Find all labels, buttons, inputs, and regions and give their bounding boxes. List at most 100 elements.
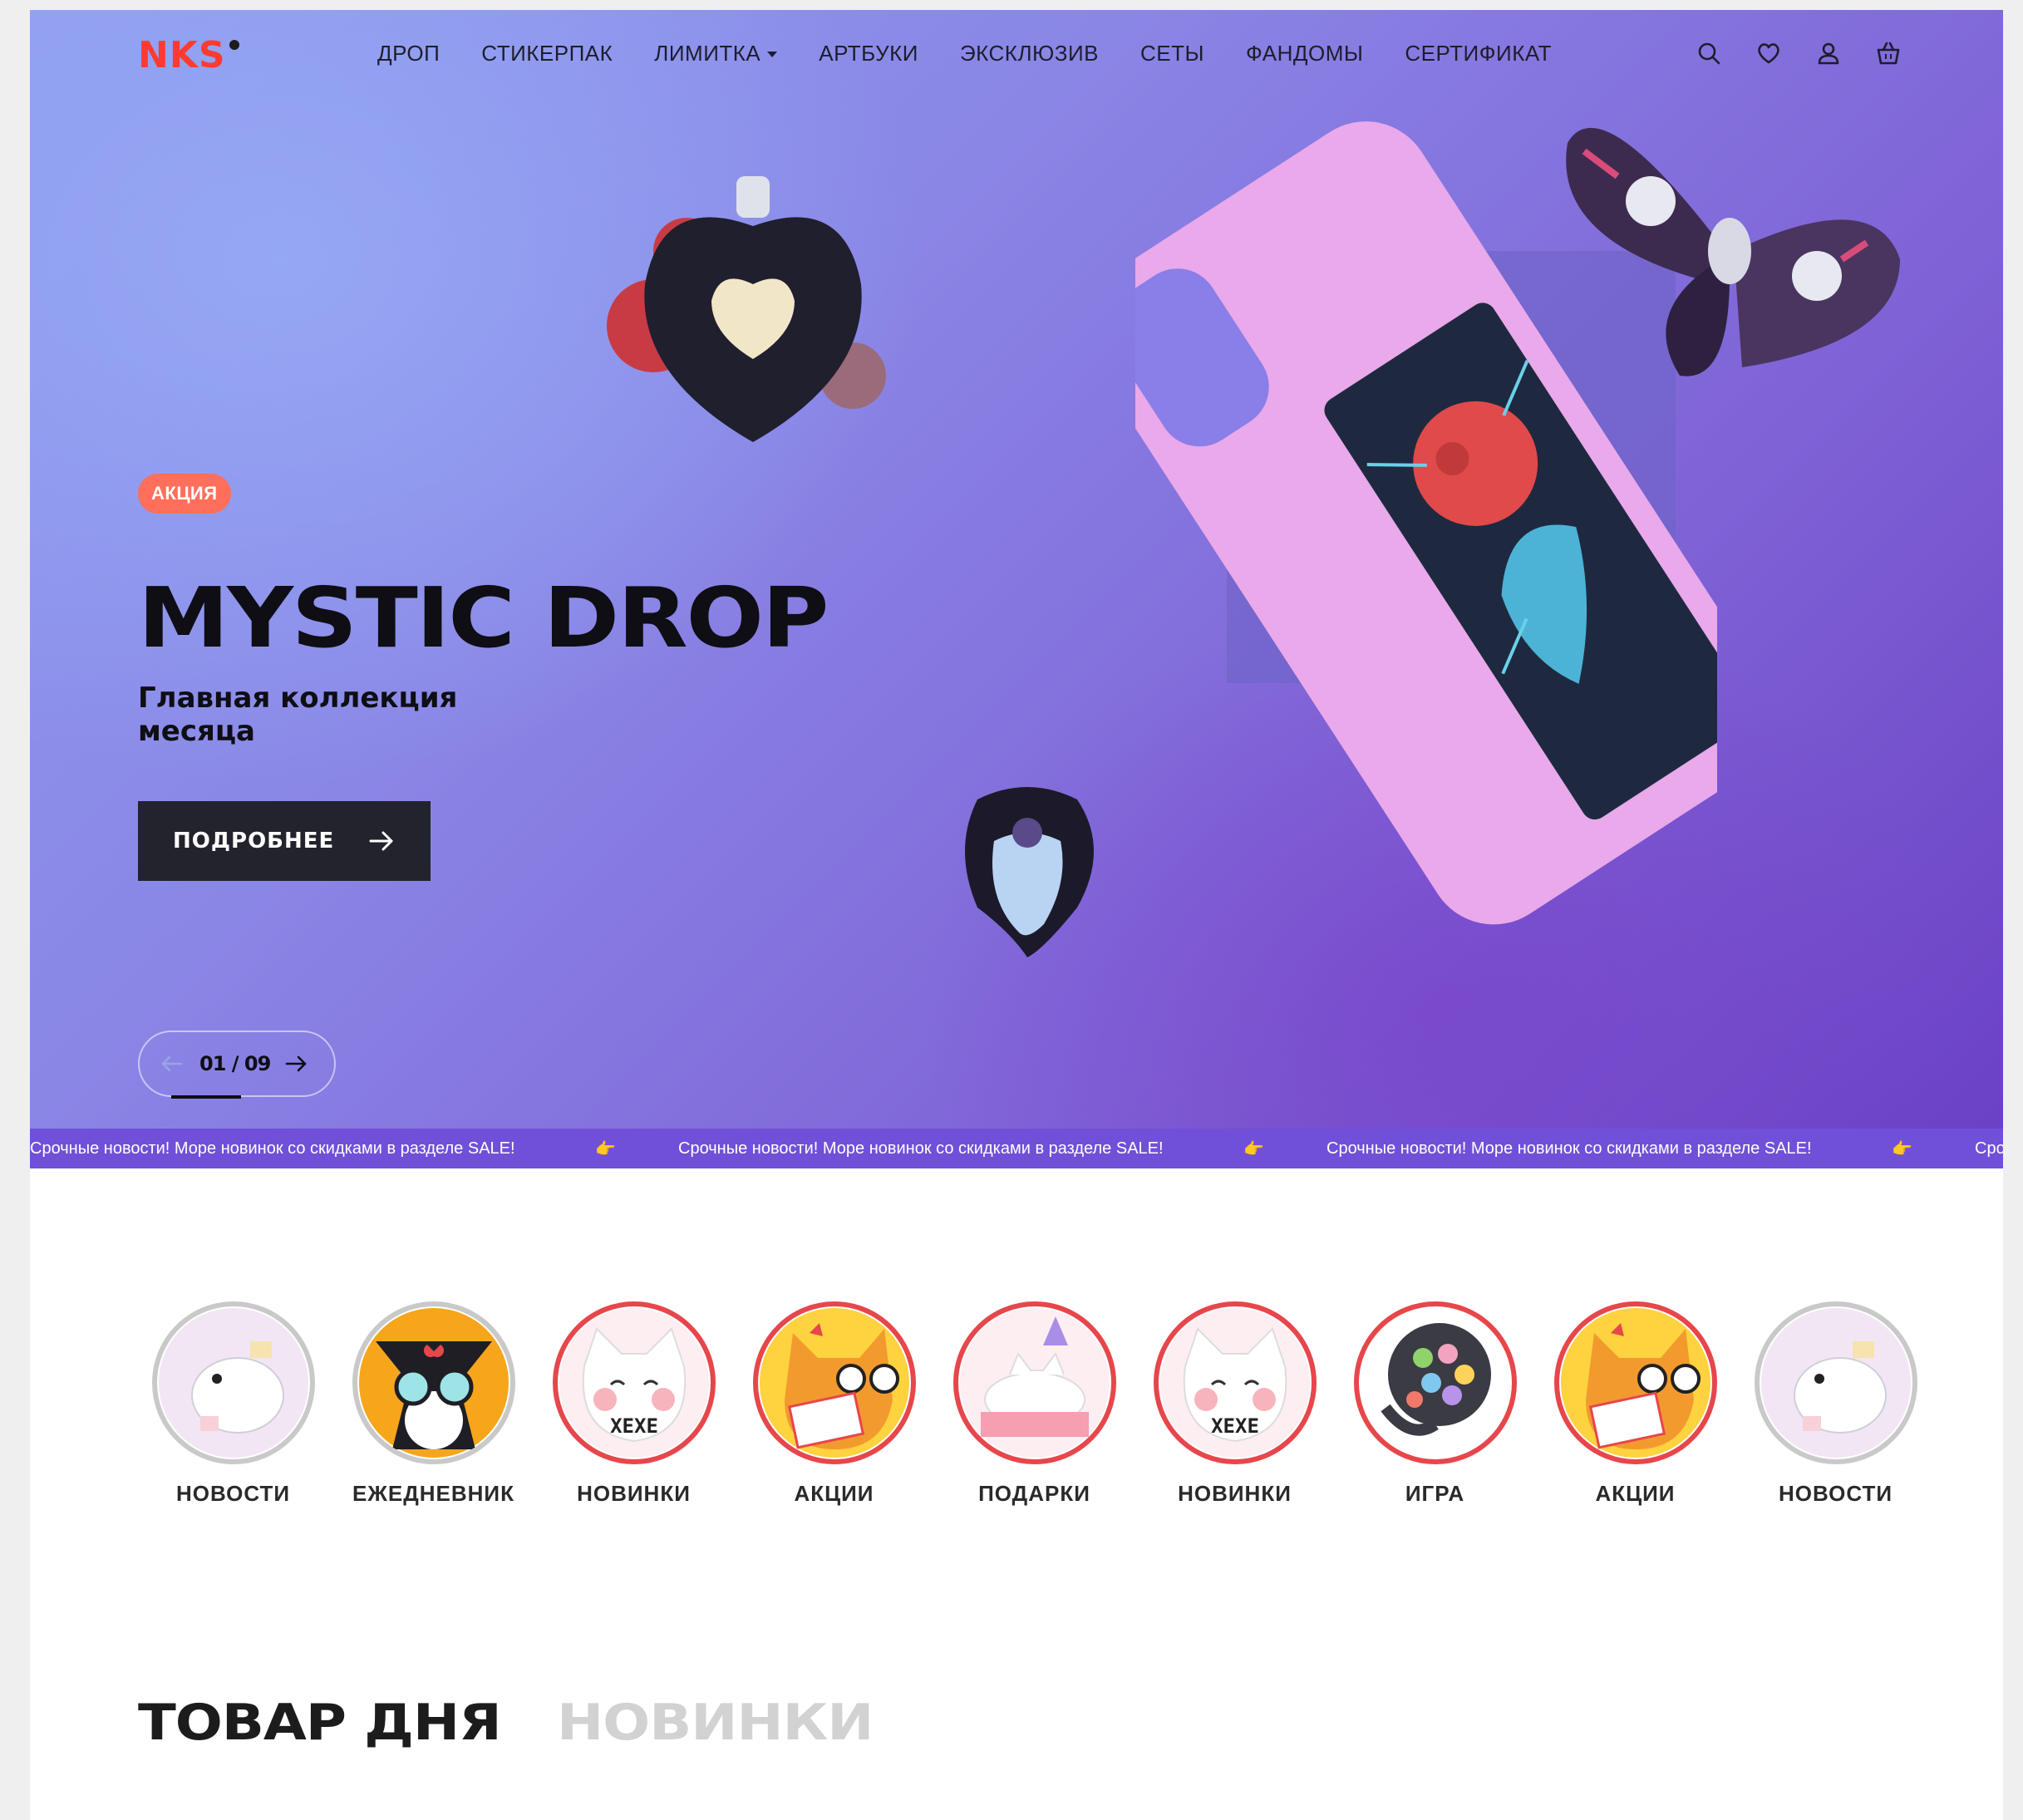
cat-sticker-icon (759, 1308, 909, 1458)
story-thumbnail (752, 1301, 916, 1464)
menu-item-stickerpack[interactable]: СТИКЕРПАК (481, 41, 613, 66)
arrow-right-icon[interactable] (283, 1051, 308, 1076)
story-gifts[interactable]: ПОДАРКИ (934, 1301, 1135, 1507)
header-actions (1694, 38, 1903, 68)
tab-product-of-day[interactable]: ТОВАР ДНЯ (138, 1694, 502, 1752)
ticker-item: Срочные новости! Море новинок со скидкам… (678, 1139, 1327, 1159)
promo-badge: АКЦИЯ (138, 474, 231, 514)
story-label: ЕЖЕДНЕВНИК (352, 1481, 514, 1506)
menu-item-label: ДРОП (377, 40, 441, 66)
potion-sticker-image (607, 176, 886, 442)
cta-label: ПОДРОБНЕЕ (173, 829, 335, 853)
slider-progress-bar (171, 1095, 241, 1099)
ticker-item: Срочны (1975, 1139, 2003, 1158)
menu-item-exclusive[interactable]: ЭКСКЛЮЗИВ (960, 41, 1099, 66)
user-icon (1818, 42, 1839, 65)
story-thumbnail: XEXE (552, 1301, 716, 1464)
logo-dot (229, 40, 239, 50)
menu-item-fandoms[interactable]: ФАНДОМЫ (1246, 41, 1363, 66)
story-label: НОВИНКИ (1178, 1481, 1292, 1506)
menu-item-label: ЭКСКЛЮЗИВ (959, 40, 1100, 66)
arrow-right-icon (369, 831, 393, 851)
pointing-hand-icon: 👉 (1243, 1139, 1264, 1158)
menu-item-label: СТИКЕРПАК (481, 40, 613, 66)
menu-item-limitka[interactable]: ЛИМИТКА (654, 40, 778, 66)
search-button[interactable] (1694, 38, 1724, 68)
story-thumbnail (151, 1301, 315, 1464)
top-navigation: NKS ДРОП СТИКЕРПАК ЛИМИТКА АРТБУКИ ЭКСКЛ… (30, 10, 2003, 96)
account-button[interactable] (1814, 38, 1843, 68)
story-new-items[interactable]: XEXE НОВИНКИ (534, 1301, 734, 1507)
story-label: НОВИНКИ (577, 1481, 691, 1506)
story-label: ПОДАРКИ (978, 1481, 1090, 1506)
menu-item-label: СЕТЫ (1140, 40, 1205, 66)
menu-item-certificate[interactable]: СЕРТИФИКАТ (1405, 41, 1552, 66)
story-new-items[interactable]: XEXE НОВИНКИ (1135, 1301, 1335, 1507)
menu-item-drop[interactable]: ДРОП (377, 41, 440, 66)
eye-sticker-image (965, 787, 1094, 957)
pointing-hand-icon: 👉 (1892, 1139, 1912, 1158)
story-thumbnail (952, 1301, 1116, 1464)
cart-button[interactable] (1873, 38, 1903, 68)
ticker-item: Срочные новости! Море новинок со скидкам… (1327, 1139, 1975, 1159)
search-icon (1698, 42, 1720, 65)
story-news[interactable]: НОВОСТИ (133, 1301, 333, 1507)
butterfly-sticker-image (1566, 127, 1900, 376)
menu-item-label: СЕРТИФИКАТ (1405, 40, 1553, 66)
candy-bowl-icon (1360, 1308, 1510, 1458)
story-game[interactable]: ИГРА (1335, 1301, 1535, 1507)
cat-sticker-icon: XEXE (559, 1308, 709, 1458)
story-planner[interactable]: ЕЖЕДНЕВНИК (333, 1301, 534, 1507)
ticker-text: Срочные новости! Море новинок со скидкам… (30, 1139, 515, 1158)
category-stories: НОВОСТИ ЕЖЕДНЕВНИК XEXE НОВИНКИ АКЦИИ ПО… (133, 1301, 1936, 1507)
arrow-left-icon[interactable] (160, 1051, 185, 1076)
cat-sticker-icon (1760, 1308, 1911, 1458)
cat-sticker-icon (1560, 1308, 1710, 1458)
menu-item-label: АРТБУКИ (819, 40, 918, 66)
story-label: НОВОСТИ (1778, 1481, 1893, 1506)
cart-icon (1877, 42, 1900, 65)
menu-item-sets[interactable]: СЕТЫ (1140, 41, 1204, 66)
sticker-text: XEXE (610, 1414, 658, 1438)
cat-sticker-icon (158, 1308, 308, 1458)
story-thumbnail (1553, 1301, 1717, 1464)
story-label: АКЦИИ (794, 1481, 874, 1506)
slide-counter: 01 / 09 (199, 1052, 271, 1075)
ticker-text: Срочны (1975, 1139, 2003, 1158)
cat-sticker-icon: XEXE (1159, 1308, 1310, 1458)
hero-subtitle: Главная коллекция месяца (138, 681, 458, 748)
ticker-text: Срочные новости! Море новинок со скидкам… (678, 1139, 1164, 1158)
story-thumbnail: XEXE (1153, 1301, 1317, 1464)
story-thumbnail (352, 1301, 515, 1464)
ticker-item: Срочные новости! Море новинок со скидкам… (30, 1139, 678, 1159)
story-promotions[interactable]: АКЦИИ (1535, 1301, 1735, 1507)
logo-text: NKS (138, 34, 226, 76)
story-news[interactable]: НОВОСТИ (1735, 1301, 1936, 1507)
section-tabs: ТОВАР ДНЯ НОВИНКИ (138, 1694, 874, 1752)
page: NKS ДРОП СТИКЕРПАК ЛИМИТКА АРТБУКИ ЭКСКЛ… (30, 10, 2003, 1820)
menu-item-label: ФАНДОМЫ (1246, 40, 1364, 66)
story-promotions[interactable]: АКЦИИ (734, 1301, 934, 1507)
pointing-hand-icon: 👉 (595, 1139, 616, 1158)
story-thumbnail (1353, 1301, 1517, 1464)
menu-item-label: ЛИМИТКА (654, 40, 761, 66)
menu-item-artbooks[interactable]: АРТБУКИ (819, 41, 918, 66)
slider-control: 01 / 09 (138, 1031, 336, 1097)
news-ticker[interactable]: Срочные новости! Море новинок со скидкам… (30, 1129, 2003, 1168)
main-menu: ДРОП СТИКЕРПАК ЛИМИТКА АРТБУКИ ЭКСКЛЮЗИВ… (377, 10, 1593, 96)
cat-gift-sticker-icon (959, 1308, 1110, 1458)
story-label: ИГРА (1405, 1481, 1465, 1506)
more-details-button[interactable]: ПОДРОБНЕЕ (138, 801, 431, 881)
ticker-text: Срочные новости! Море новинок со скидкам… (1327, 1139, 1812, 1158)
story-label: НОВОСТИ (175, 1481, 291, 1506)
caret-down-icon (767, 51, 778, 57)
story-thumbnail (1754, 1301, 1917, 1464)
hero-title: MYSTIC DROP (138, 569, 829, 667)
hero-banner: NKS ДРОП СТИКЕРПАК ЛИМИТКА АРТБУКИ ЭКСКЛ… (30, 10, 2003, 1168)
site-logo[interactable]: NKS (138, 35, 239, 76)
favorites-button[interactable] (1754, 38, 1784, 68)
sticker-text: XEXE (1211, 1414, 1259, 1438)
dog-sticker-icon (358, 1308, 509, 1458)
tab-new-items[interactable]: НОВИНКИ (557, 1694, 874, 1752)
heart-icon (1758, 43, 1779, 64)
